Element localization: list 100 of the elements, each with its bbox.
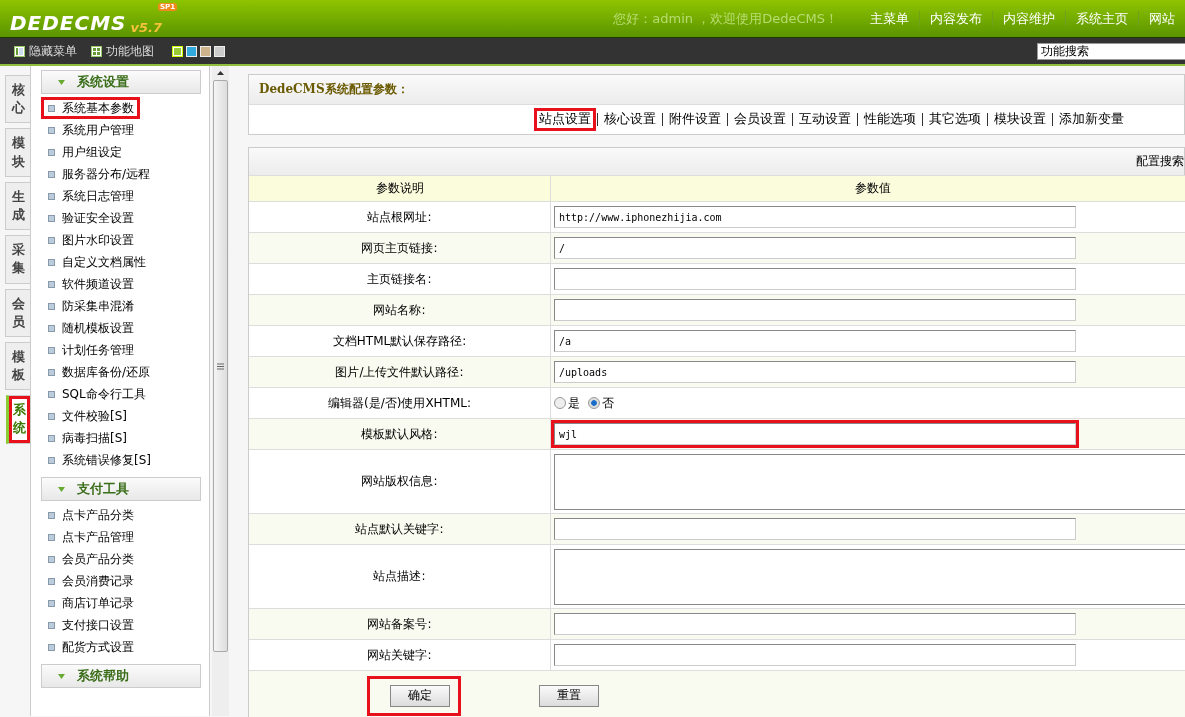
panel-icon: [14, 45, 25, 57]
menu-item[interactable]: 数据库备份/还原: [62, 363, 151, 381]
theme-swatch[interactable]: [214, 45, 225, 57]
up-arrow-icon: [217, 71, 224, 75]
settings-tab[interactable]: 性能选项: [859, 108, 921, 131]
table-cell: 图片/上传文件默认路径:: [249, 356, 551, 387]
text-field[interactable]: /: [554, 237, 1076, 259]
menu-item[interactable]: 用户组设定: [62, 143, 122, 161]
menu-item[interactable]: 随机模板设置: [62, 319, 134, 337]
menu-item[interactable]: 系统错误修复[S]: [62, 451, 151, 469]
column-header: 参数值: [551, 175, 1185, 201]
text-field[interactable]: [554, 613, 1076, 635]
settings-tab[interactable]: 会员设置: [729, 108, 791, 131]
menu-item[interactable]: 点卡产品管理: [62, 528, 134, 546]
side-tab[interactable]: 模板: [5, 341, 30, 391]
text-field[interactable]: /a: [554, 330, 1076, 352]
menu-item[interactable]: 图片水印设置: [62, 231, 134, 249]
theme-swatch[interactable]: [186, 45, 197, 57]
bullet-icon: [48, 170, 55, 178]
radio-button[interactable]: [554, 397, 566, 409]
radio-label[interactable]: 是: [568, 394, 580, 412]
menu-item[interactable]: 自定义文档属性: [62, 253, 146, 271]
settings-tab[interactable]: 附件设置: [664, 108, 726, 131]
toolbar-link[interactable]: 功能地图: [106, 42, 154, 60]
bullet-icon: [48, 577, 55, 585]
bullet-icon: [48, 555, 55, 563]
menu-item[interactable]: 病毒扫描[S]: [62, 429, 127, 447]
menu-item[interactable]: 系统日志管理: [62, 187, 134, 205]
settings-tab[interactable]: 模块设置: [989, 108, 1051, 131]
radio-button[interactable]: [588, 397, 600, 409]
bullet-icon: [48, 511, 55, 519]
bullet-icon: [48, 599, 55, 607]
menu-item[interactable]: 服务器分布/远程: [62, 165, 151, 183]
column-header: 参数说明: [249, 175, 551, 201]
menu-item[interactable]: 商店订单记录: [62, 594, 134, 612]
text-field[interactable]: /uploads: [554, 361, 1076, 383]
config-search-label: 配置搜索: [1136, 153, 1184, 170]
caret-icon: [58, 673, 65, 679]
menu-item[interactable]: 点卡产品分类: [62, 506, 134, 524]
bullet-icon: [48, 412, 55, 420]
theme-swatch[interactable]: [172, 45, 183, 57]
text-area[interactable]: [554, 548, 1185, 605]
menu-item[interactable]: 会员消费记录: [62, 572, 134, 590]
form-button[interactable]: 重置: [539, 684, 599, 707]
menu-item[interactable]: 配货方式设置: [62, 638, 134, 656]
bullet-icon: [48, 258, 55, 266]
menu-item[interactable]: 文件校验[S]: [62, 407, 127, 425]
menu-item[interactable]: 系统用户管理: [62, 121, 134, 139]
search-field[interactable]: 功能搜索: [1037, 42, 1185, 60]
table-cell: 网站版权信息:: [249, 449, 551, 513]
settings-tab[interactable]: 其它选项: [924, 108, 986, 131]
settings-tab[interactable]: 核心设置: [599, 108, 661, 131]
text-field[interactable]: http://www.iphonezhijia.com: [554, 206, 1076, 228]
menu-item[interactable]: SQL命令行工具: [62, 385, 146, 403]
menu-item[interactable]: 系统基本参数: [62, 99, 134, 117]
menu-item[interactable]: 软件频道设置: [62, 275, 134, 293]
bullet-icon: [48, 324, 55, 332]
menu-item[interactable]: 会员产品分类: [62, 550, 134, 568]
side-tab[interactable]: 采集: [5, 235, 30, 284]
scrollbar[interactable]: [212, 66, 229, 716]
table-cell: 编辑器(是/否)使用XHTML:: [249, 387, 551, 418]
table-cell: 站点根网址:: [249, 201, 551, 232]
settings-tab[interactable]: 站点设置: [534, 108, 596, 131]
settings-tab[interactable]: 添加新变量: [1054, 108, 1129, 131]
bullet-icon: [48, 280, 55, 288]
logo: DEDECMS: [10, 10, 127, 35]
bullet-icon: [48, 643, 55, 651]
text-field[interactable]: [554, 644, 1076, 666]
toolbar-link[interactable]: 隐藏菜单: [29, 42, 77, 60]
theme-swatch[interactable]: [200, 45, 211, 57]
side-tab[interactable]: 会员: [5, 288, 30, 337]
text-area[interactable]: [554, 453, 1185, 510]
table-cell: 网站关键字:: [249, 639, 551, 670]
bullet-icon: [48, 434, 55, 442]
bullet-icon: [48, 236, 55, 244]
side-tab[interactable]: 核心: [5, 75, 30, 124]
settings-tab[interactable]: 互动设置: [794, 108, 856, 131]
menu-item[interactable]: 验证安全设置: [62, 209, 134, 227]
bullet-icon: [48, 302, 55, 310]
bullet-icon: [48, 456, 55, 464]
side-tab[interactable]: 模块: [5, 128, 30, 177]
text-field[interactable]: [554, 299, 1076, 321]
greeting-text: 您好：admin ，欢迎使用DedeCMS！: [613, 9, 838, 28]
caret-icon: [58, 486, 65, 492]
menu-item[interactable]: 防采集串混淆: [62, 297, 134, 315]
radio-label[interactable]: 否: [602, 394, 614, 412]
text-field[interactable]: wjl: [554, 423, 1076, 445]
menu-item[interactable]: 支付接口设置: [62, 616, 134, 634]
bullet-icon: [48, 192, 55, 200]
bullet-icon: [48, 346, 55, 354]
table-cell: 文档HTML默认保存路径:: [249, 325, 551, 356]
text-field[interactable]: [554, 518, 1076, 540]
side-tab[interactable]: 生成: [5, 181, 30, 231]
menu-item[interactable]: 计划任务管理: [62, 341, 134, 359]
text-field[interactable]: [554, 268, 1076, 290]
side-tab[interactable]: 系统: [6, 395, 30, 444]
bullet-icon: [48, 533, 55, 541]
bullet-icon: [48, 104, 55, 112]
form-button[interactable]: 确定: [390, 684, 450, 707]
grid-icon: [91, 45, 102, 57]
